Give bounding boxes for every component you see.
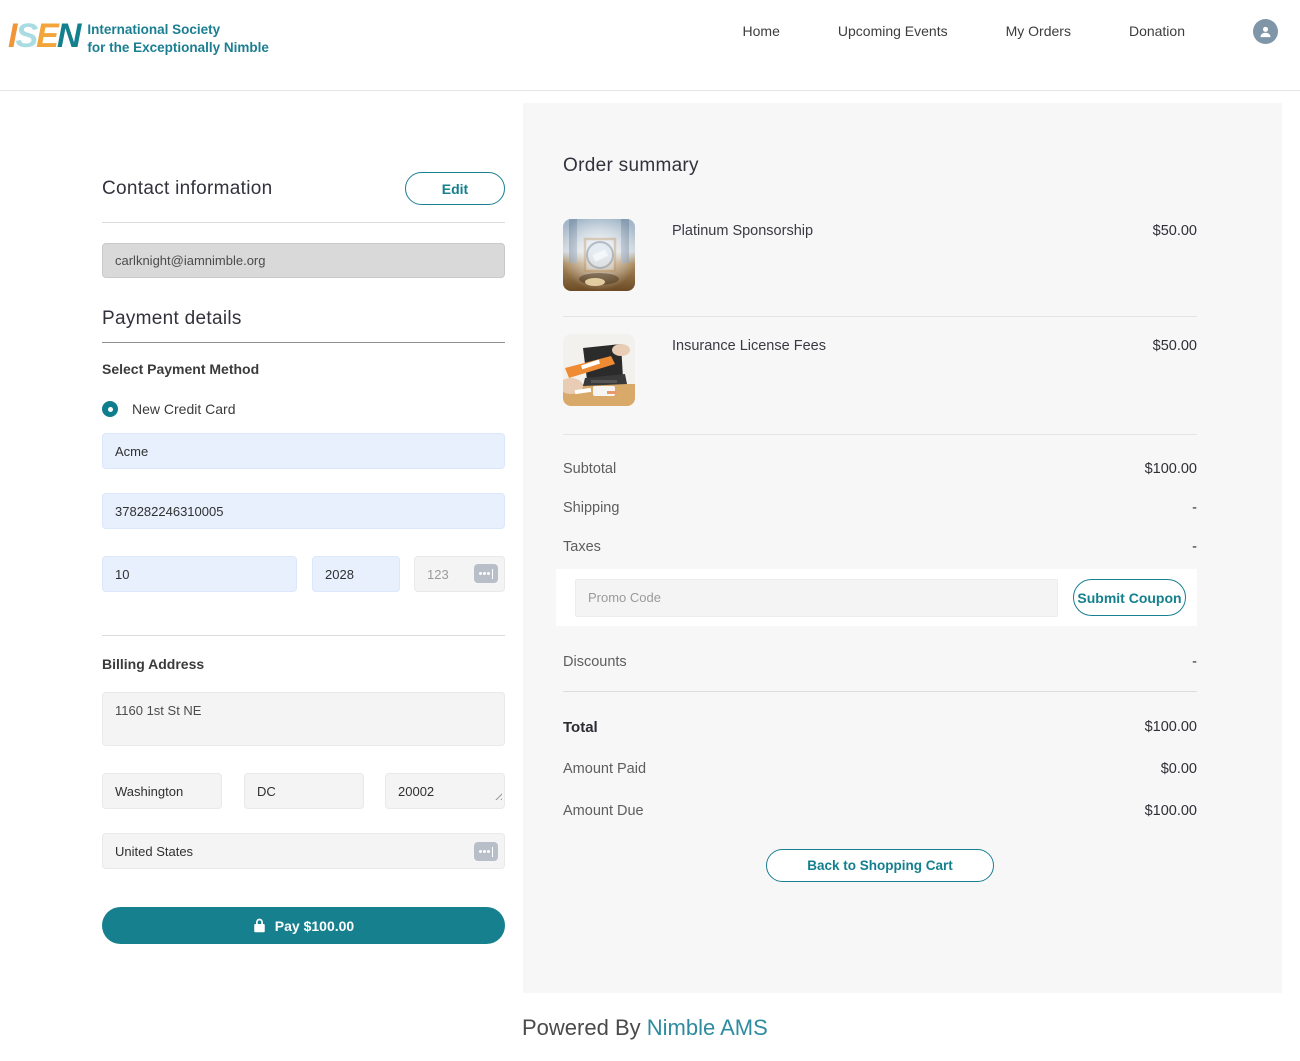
contact-info-header: Contact information Edit — [102, 172, 505, 205]
cvv-input[interactable] — [414, 556, 505, 592]
taxes-label: Taxes — [563, 539, 601, 555]
shipping-label: Shipping — [563, 500, 619, 516]
site-header: ISEN International Society for the Excep… — [0, 0, 1300, 91]
totals-section: Total $100.00 Amount Paid $0.00 Amount D… — [563, 706, 1197, 832]
cardholder-name-input[interactable] — [102, 433, 505, 469]
back-button-wrap: Back to Shopping Cart — [563, 849, 1197, 882]
subtotal-label: Subtotal — [563, 461, 616, 477]
amount-paid-value: $0.00 — [1161, 761, 1197, 777]
discounts-value: - — [1192, 654, 1197, 670]
total-label: Total — [563, 719, 598, 736]
nav-item-donation[interactable]: Donation — [1129, 23, 1185, 39]
profile-avatar-button[interactable] — [1253, 19, 1278, 44]
total-row: Total $100.00 — [563, 706, 1197, 748]
taxes-value: - — [1192, 539, 1197, 555]
tagline-line1: International Society — [87, 21, 269, 39]
lock-icon — [253, 918, 266, 933]
billing-address-title: Billing Address — [102, 656, 505, 672]
country-input[interactable] — [102, 833, 505, 869]
city-input[interactable] — [102, 773, 222, 809]
logo-tagline: International Society for the Exceptiona… — [87, 19, 269, 57]
billing-divider — [102, 635, 505, 636]
promo-code-input[interactable] — [575, 579, 1058, 617]
person-icon — [1258, 24, 1273, 39]
cvv-field-wrap — [414, 556, 505, 592]
powered-by-footer: Powered By Nimble AMS — [0, 993, 1300, 1061]
card-expiry-row — [102, 556, 505, 592]
new-credit-card-label: New Credit Card — [132, 401, 235, 417]
amount-due-value: $100.00 — [1145, 803, 1197, 819]
select-payment-method-label: Select Payment Method — [102, 361, 505, 377]
laptop-license-photo — [563, 334, 635, 406]
country-field-wrap — [102, 833, 505, 869]
subtotal-value: $100.00 — [1145, 461, 1197, 477]
promo-code-strip: Submit Coupon — [556, 569, 1197, 626]
discounts-row: Discounts - — [563, 642, 1197, 681]
powered-by-text: Powered By — [522, 1015, 647, 1040]
shipping-row: Shipping - — [563, 488, 1197, 527]
contact-info-title: Contact information — [102, 178, 272, 200]
isen-logo[interactable]: ISEN International Society for the Excep… — [8, 19, 269, 57]
nav-item-my-orders[interactable]: My Orders — [1006, 23, 1071, 39]
contact-divider — [102, 222, 505, 223]
amount-paid-label: Amount Paid — [563, 761, 646, 777]
nav-item-upcoming-events[interactable]: Upcoming Events — [838, 23, 948, 39]
total-value: $100.00 — [1145, 719, 1197, 735]
order-item-insurance-license-fees: Insurance License Fees $50.00 — [563, 334, 1197, 435]
nimble-ams-link[interactable]: Nimble AMS — [647, 1015, 768, 1040]
expiry-year-input[interactable] — [312, 556, 400, 592]
expiry-month-input[interactable] — [102, 556, 297, 592]
payment-details-title: Payment details — [102, 308, 505, 343]
back-to-shopping-cart-button[interactable]: Back to Shopping Cart — [766, 849, 994, 882]
order-summary-title: Order summary — [563, 155, 1197, 177]
street-address-textarea[interactable]: 1160 1st St NE — [102, 692, 505, 746]
card-number-input[interactable] — [102, 493, 505, 529]
order-item-price: $50.00 — [1153, 223, 1197, 291]
order-summary-panel: Order summary — [523, 103, 1282, 993]
totals-divider — [563, 691, 1197, 692]
amount-due-label: Amount Due — [563, 803, 644, 819]
discounts-label: Discounts — [563, 654, 627, 670]
taxes-row: Taxes - — [563, 527, 1197, 566]
zip-input[interactable] — [385, 773, 505, 809]
email-field[interactable] — [102, 243, 505, 278]
tagline-line2: for the Exceptionally Nimble — [87, 39, 269, 57]
logo-letter-n: N — [57, 17, 80, 55]
state-input[interactable] — [244, 773, 364, 809]
street-field-wrap: 1160 1st St NE — [102, 672, 505, 751]
order-item-name: Insurance License Fees — [672, 338, 826, 406]
glass-award-photo — [563, 219, 635, 291]
logo-letter-s: S — [15, 17, 36, 55]
submit-coupon-button[interactable]: Submit Coupon — [1073, 579, 1186, 616]
order-item-name: Platinum Sponsorship — [672, 223, 813, 291]
amount-paid-row: Amount Paid $0.00 — [563, 748, 1197, 790]
isen-logo-letters: ISEN — [8, 19, 79, 53]
order-item-platinum-sponsorship: Platinum Sponsorship $50.00 — [563, 219, 1197, 317]
logo-letter-e: E — [36, 17, 57, 55]
main-nav: Home Upcoming Events My Orders Donation — [743, 19, 1290, 44]
amount-due-row: Amount Due $100.00 — [563, 790, 1197, 832]
pay-button[interactable]: Pay $100.00 — [102, 907, 505, 944]
summary-rows: Subtotal $100.00 Shipping - Taxes - — [563, 449, 1197, 566]
shipping-value: - — [1192, 500, 1197, 516]
checkout-main: Contact information Edit Payment details… — [0, 91, 1300, 993]
city-state-zip-row — [102, 773, 505, 809]
nav-item-home[interactable]: Home — [743, 23, 780, 39]
new-credit-card-radio[interactable] — [102, 401, 118, 417]
payment-method-option[interactable]: New Credit Card — [102, 401, 505, 417]
subtotal-row: Subtotal $100.00 — [563, 449, 1197, 488]
pay-button-label: Pay $100.00 — [275, 918, 354, 934]
edit-contact-button[interactable]: Edit — [405, 172, 505, 205]
payment-form-column: Contact information Edit Payment details… — [102, 91, 505, 944]
order-item-price: $50.00 — [1153, 338, 1197, 406]
